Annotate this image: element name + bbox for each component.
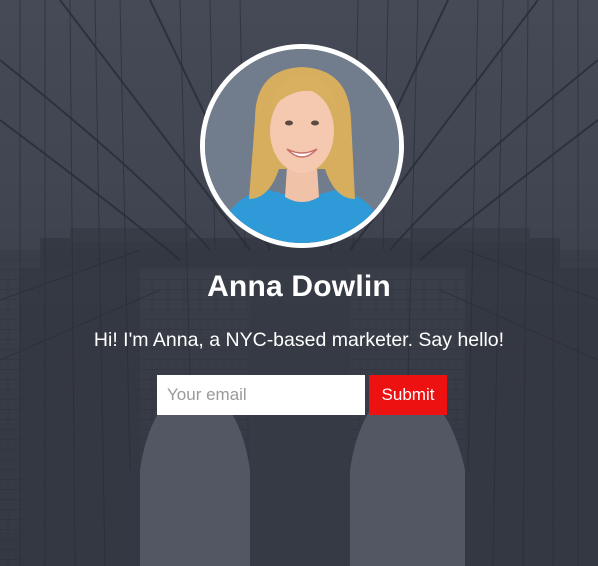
submit-button[interactable]: Submit [369, 375, 447, 415]
email-signup-form: Submit [157, 375, 447, 415]
avatar [205, 49, 399, 243]
profile-name: Anna Dowlin [207, 270, 391, 303]
hero-section: Anna Dowlin Hi! I'm Anna, a NYC-based ma… [0, 0, 598, 566]
profile-tagline: Hi! I'm Anna, a NYC-based marketer. Say … [93, 329, 505, 351]
email-input[interactable] [157, 375, 365, 415]
profile-photo [205, 49, 399, 243]
avatar-frame [200, 44, 404, 248]
